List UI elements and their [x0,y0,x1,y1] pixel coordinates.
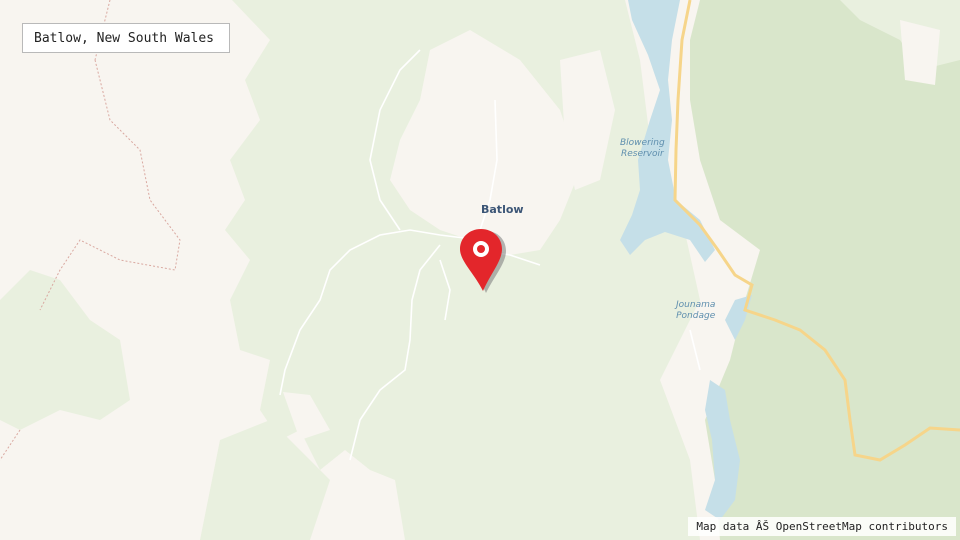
map-pin-icon[interactable] [456,227,508,295]
location-title-box: Batlow, New South Wales [22,23,230,53]
water-label-line: Reservoir [620,149,664,159]
water-label-blowering-reservoir: Blowering Reservoir [620,138,665,160]
map-view[interactable]: Batlow Blowering Reservoir Jounama Ponda… [0,0,960,540]
map-attribution: Map data ÂŠ OpenStreetMap contributors [688,517,956,536]
town-label-batlow: Batlow [481,203,524,216]
map-pin-body [460,229,502,291]
water-label-jounama-pondage: Jounama Pondage [676,300,715,322]
water-label-line: Pondage [676,311,716,321]
map-pin-dot [477,245,485,253]
water-label-line: Jounama [676,300,716,310]
water-label-line: Blowering [620,138,665,148]
national-park-pocket [900,20,940,85]
